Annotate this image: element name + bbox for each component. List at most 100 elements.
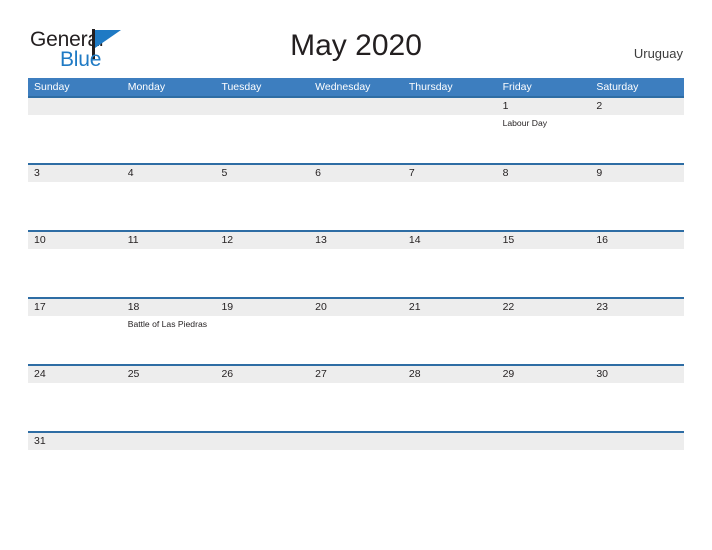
- day-number: 12: [221, 234, 234, 246]
- calendar-day-cell[interactable]: 16: [590, 232, 684, 297]
- calendar-day-cell[interactable]: 21: [403, 299, 497, 364]
- day-number: 27: [315, 368, 327, 380]
- calendar-day-cell[interactable]: 1 Labour Day: [497, 98, 591, 163]
- calendar-day-cell[interactable]: 17: [28, 299, 122, 364]
- dow-friday: Friday: [502, 81, 532, 93]
- calendar-weeks: 1 Labour Day 2 3 4 5 6 7 8 9 10 11 12 13 14 15 16 17 18 Bat…: [28, 96, 684, 498]
- day-number: 26: [221, 368, 234, 380]
- day-number: 19: [221, 301, 234, 313]
- calendar-day-cell[interactable]: 10: [28, 232, 122, 297]
- calendar-empty-cell: [28, 98, 122, 163]
- day-number: 24: [34, 368, 46, 380]
- dow-saturday: Saturday: [596, 81, 639, 93]
- day-number: 22: [502, 301, 515, 313]
- day-number: 28: [408, 368, 421, 380]
- calendar-empty-cell: [590, 433, 684, 498]
- calendar-day-cell[interactable]: 3: [28, 165, 122, 230]
- day-number: 14: [408, 234, 421, 246]
- calendar-empty-cell: [403, 98, 497, 163]
- calendar-day-cell[interactable]: 15: [497, 232, 591, 297]
- page-header: General Blue May 2020 Uruguay: [0, 0, 712, 78]
- calendar-day-cell[interactable]: 20: [309, 299, 403, 364]
- calendar-empty-cell: [215, 98, 309, 163]
- week-cells: 3 4 5 6 7 8 9: [28, 165, 684, 230]
- day-number: 18: [127, 301, 140, 313]
- dow-wednesday: Wednesday: [315, 81, 371, 93]
- day-number: 15: [502, 234, 515, 246]
- calendar-empty-cell: [122, 433, 216, 498]
- day-of-week-header: Sunday Monday Tuesday Wednesday Thursday…: [28, 78, 684, 96]
- calendar-empty-cell: [122, 98, 216, 163]
- calendar-day-cell[interactable]: 31: [28, 433, 122, 498]
- day-number: 4: [127, 167, 134, 179]
- calendar-day-cell[interactable]: 18 Battle of Las Piedras: [122, 299, 216, 364]
- calendar-day-cell[interactable]: 5: [215, 165, 309, 230]
- dow-sunday: Sunday: [34, 81, 70, 93]
- day-number: 9: [596, 167, 603, 179]
- calendar-day-cell[interactable]: 27: [309, 366, 403, 431]
- day-number: 2: [596, 100, 603, 112]
- day-number: 7: [408, 167, 415, 179]
- calendar-day-cell[interactable]: 11: [122, 232, 216, 297]
- calendar-day-cell[interactable]: 28: [403, 366, 497, 431]
- calendar-week-row: 24 25 26 27 28 29 30: [28, 364, 684, 431]
- day-number: 25: [127, 368, 140, 380]
- week-cells: 24 25 26 27 28 29 30: [28, 366, 684, 431]
- day-number: 16: [596, 234, 608, 246]
- calendar-empty-cell: [309, 98, 403, 163]
- week-cells: 1 Labour Day 2: [28, 98, 684, 163]
- calendar-day-cell[interactable]: 8: [497, 165, 591, 230]
- week-cells: 10 11 12 13 14 15 16: [28, 232, 684, 297]
- dow-thursday: Thursday: [408, 81, 453, 93]
- holiday-event-label: Labour Day: [502, 118, 548, 128]
- day-number: 10: [34, 234, 46, 246]
- day-number: 30: [596, 368, 608, 380]
- calendar-day-cell[interactable]: 23: [590, 299, 684, 364]
- calendar-week-row: 3 4 5 6 7 8 9: [28, 163, 684, 230]
- day-number: 17: [34, 301, 46, 313]
- calendar-day-cell[interactable]: 9: [590, 165, 684, 230]
- day-number: 31: [34, 435, 46, 447]
- day-events: Battle of Las Piedras: [128, 316, 212, 331]
- day-number: 8: [502, 167, 509, 179]
- day-number: 5: [221, 167, 228, 179]
- day-number: 6: [315, 167, 321, 179]
- day-number: 20: [315, 301, 327, 313]
- calendar-day-cell[interactable]: 29: [497, 366, 591, 431]
- week-cells: 17 18 Battle of Las Piedras 19 20 21 22 23: [28, 299, 684, 364]
- calendar-grid: Sunday Monday Tuesday Wednesday Thursday…: [28, 78, 684, 498]
- calendar-empty-cell: [215, 433, 309, 498]
- calendar-page: General Blue May 2020 Uruguay Sunday Mon…: [0, 0, 712, 550]
- calendar-day-cell[interactable]: 19: [215, 299, 309, 364]
- calendar-day-cell[interactable]: 12: [215, 232, 309, 297]
- calendar-day-cell[interactable]: 26: [215, 366, 309, 431]
- calendar-day-cell[interactable]: 7: [403, 165, 497, 230]
- week-cells: 31: [28, 433, 684, 498]
- day-number: 13: [315, 234, 327, 246]
- calendar-week-row: 1 Labour Day 2: [28, 96, 684, 163]
- page-title: May 2020: [290, 29, 422, 62]
- day-number: 1: [502, 100, 509, 112]
- calendar-empty-cell: [497, 433, 591, 498]
- calendar-day-cell[interactable]: 30: [590, 366, 684, 431]
- day-number: 3: [34, 167, 40, 179]
- dow-monday: Monday: [127, 81, 166, 93]
- day-number: 23: [596, 301, 608, 313]
- country-label: Uruguay: [633, 46, 683, 61]
- calendar-day-cell[interactable]: 13: [309, 232, 403, 297]
- calendar-day-cell[interactable]: 14: [403, 232, 497, 297]
- calendar-week-row: 17 18 Battle of Las Piedras 19 20 21 22 23: [28, 297, 684, 364]
- calendar-day-cell[interactable]: 2: [590, 98, 684, 163]
- calendar-day-cell[interactable]: 24: [28, 366, 122, 431]
- calendar-week-row: 10 11 12 13 14 15 16: [28, 230, 684, 297]
- holiday-event-label: Battle of Las Piedras: [127, 319, 208, 329]
- day-number: 11: [127, 234, 139, 246]
- calendar-empty-cell: [403, 433, 497, 498]
- calendar-day-cell[interactable]: 25: [122, 366, 216, 431]
- calendar-empty-cell: [309, 433, 403, 498]
- calendar-day-cell[interactable]: 22: [497, 299, 591, 364]
- calendar-week-row: 31: [28, 431, 684, 498]
- calendar-day-cell[interactable]: 6: [309, 165, 403, 230]
- calendar-day-cell[interactable]: 4: [122, 165, 216, 230]
- day-number: 21: [408, 301, 421, 313]
